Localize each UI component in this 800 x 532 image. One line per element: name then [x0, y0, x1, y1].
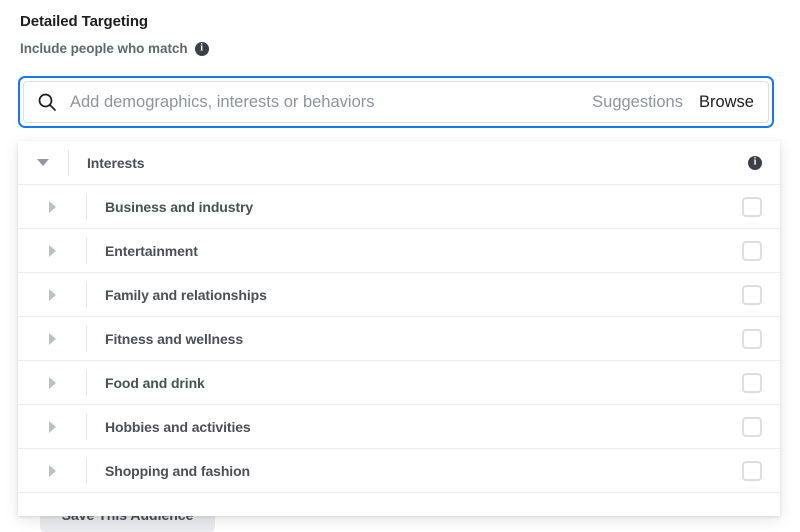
category-row-checkbox[interactable] [742, 372, 762, 393]
category-row-label: Business and industry [105, 198, 254, 215]
chevron-right-icon[interactable] [18, 405, 86, 448]
include-people-who-match-label: Include people who match [20, 41, 188, 56]
category-group-label: Interests [87, 154, 145, 171]
chevron-right-glyph [48, 288, 56, 301]
category-row[interactable]: Shopping and fashion [18, 449, 780, 493]
info-icon-glyph: i [753, 156, 757, 167]
chevron-right-icon[interactable] [18, 449, 86, 492]
browse-button[interactable]: Browse [699, 93, 754, 112]
detailed-targeting-dropdown: Interests i Business and industry Entert… [18, 141, 780, 516]
category-row[interactable]: Food and drink [18, 361, 780, 405]
category-row[interactable]: Family and relationships [18, 273, 780, 317]
detailed-targeting-search-field[interactable]: Suggestions Browse [18, 76, 774, 128]
category-row[interactable]: Fitness and wellness [18, 317, 780, 361]
chevron-right-icon[interactable] [18, 229, 86, 272]
include-people-who-match-row: Include people who match i [20, 40, 780, 58]
chevron-down-glyph [37, 159, 49, 166]
info-icon[interactable]: i [194, 42, 209, 56]
category-row-label: Food and drink [105, 374, 205, 391]
suggestions-button[interactable]: Suggestions [592, 93, 683, 112]
chevron-down-icon[interactable] [18, 141, 68, 184]
page-title: Detailed Targeting [20, 13, 148, 30]
category-row-checkbox[interactable] [742, 196, 762, 217]
category-row-checkbox[interactable] [742, 460, 762, 481]
chevron-right-glyph [48, 420, 56, 433]
category-row-label: Entertainment [105, 242, 198, 259]
chevron-right-glyph [48, 464, 56, 477]
category-row-checkbox[interactable] [742, 328, 762, 349]
category-row-label: Family and relationships [105, 286, 267, 303]
info-icon[interactable]: i [748, 155, 762, 170]
search-field-inner: Suggestions Browse [23, 81, 769, 123]
category-row[interactable]: Entertainment [18, 229, 780, 273]
chevron-right-glyph [48, 244, 56, 257]
category-row-label: Shopping and fashion [105, 462, 250, 479]
chevron-right-glyph [48, 200, 56, 213]
category-row[interactable]: Hobbies and activities [18, 405, 780, 449]
chevron-right-icon[interactable] [18, 185, 86, 228]
category-row-label: Fitness and wellness [105, 330, 244, 347]
category-row-label: Hobbies and activities [105, 418, 251, 435]
info-icon-glyph: i [200, 42, 203, 54]
chevron-right-icon[interactable] [18, 361, 86, 404]
category-row-checkbox[interactable] [742, 284, 762, 305]
chevron-right-icon[interactable] [18, 317, 86, 360]
category-group-header-interests[interactable]: Interests i [18, 141, 780, 185]
chevron-right-glyph [48, 332, 56, 345]
chevron-right-glyph [48, 376, 56, 389]
detailed-targeting-section: Detailed Targeting Include people who ma… [20, 12, 780, 58]
interests-category-list: Interests i Business and industry Entert… [18, 141, 780, 493]
chevron-right-icon[interactable] [18, 273, 86, 316]
search-icon [36, 91, 58, 113]
search-input[interactable] [70, 92, 593, 112]
category-row-checkbox[interactable] [742, 416, 762, 437]
category-row-checkbox[interactable] [742, 240, 762, 261]
category-row[interactable]: Business and industry [18, 185, 780, 229]
